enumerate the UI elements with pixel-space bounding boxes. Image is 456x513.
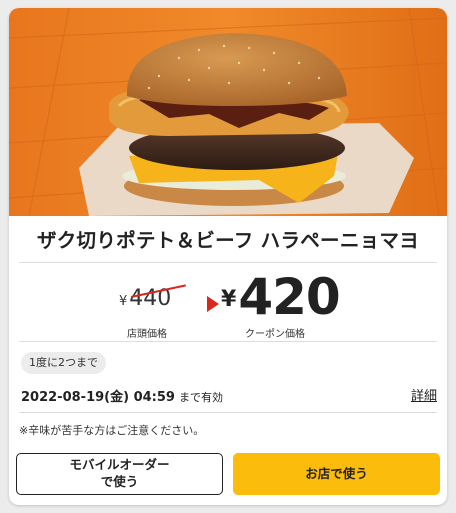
burger-illustration <box>9 8 447 216</box>
expiry-date: 2022-08-19(金) 04:59 <box>21 390 175 405</box>
expiry-suffix: まで有効 <box>178 391 223 404</box>
divider <box>19 412 437 413</box>
product-name: ザク切りポテト＆ビーフ ハラペーニョマヨ <box>36 229 420 252</box>
divider <box>19 262 437 263</box>
divider <box>19 341 437 342</box>
coupon-price: ¥420 <box>221 268 341 326</box>
usage-limit-badge: 1度に2つまで <box>21 352 106 374</box>
use-in-store-button[interactable]: お店で使う <box>233 453 440 495</box>
price-section: ¥440 ¥420 店頭価格 クーポン価格 <box>9 268 447 340</box>
mobile-order-label-line1: モバイルオーダー <box>69 457 170 473</box>
coupon-price-value: 420 <box>238 268 340 326</box>
expiry-info: 2022-08-19(金) 04:59 まで有効 <box>21 386 223 405</box>
coupon-card: ザク切りポテト＆ビーフ ハラペーニョマヨ ¥440 ¥420 店頭価格 クーポン… <box>9 8 447 505</box>
mobile-order-button[interactable]: モバイルオーダー で使う <box>16 453 223 495</box>
original-price-label: 店頭価格 <box>127 329 167 340</box>
coupon-price-label: クーポン価格 <box>245 329 305 340</box>
mobile-order-label: モバイルオーダー で使う <box>69 457 169 491</box>
arrow-right-icon <box>207 296 219 312</box>
product-image <box>9 8 447 216</box>
spicy-notice: ※辛味が苦手な方はご注意ください。 <box>19 424 205 437</box>
mobile-order-label-line2: で使う <box>100 474 139 489</box>
currency-symbol: ¥ <box>119 294 128 309</box>
currency-symbol: ¥ <box>221 287 237 312</box>
details-link[interactable]: 詳細 <box>411 385 437 404</box>
